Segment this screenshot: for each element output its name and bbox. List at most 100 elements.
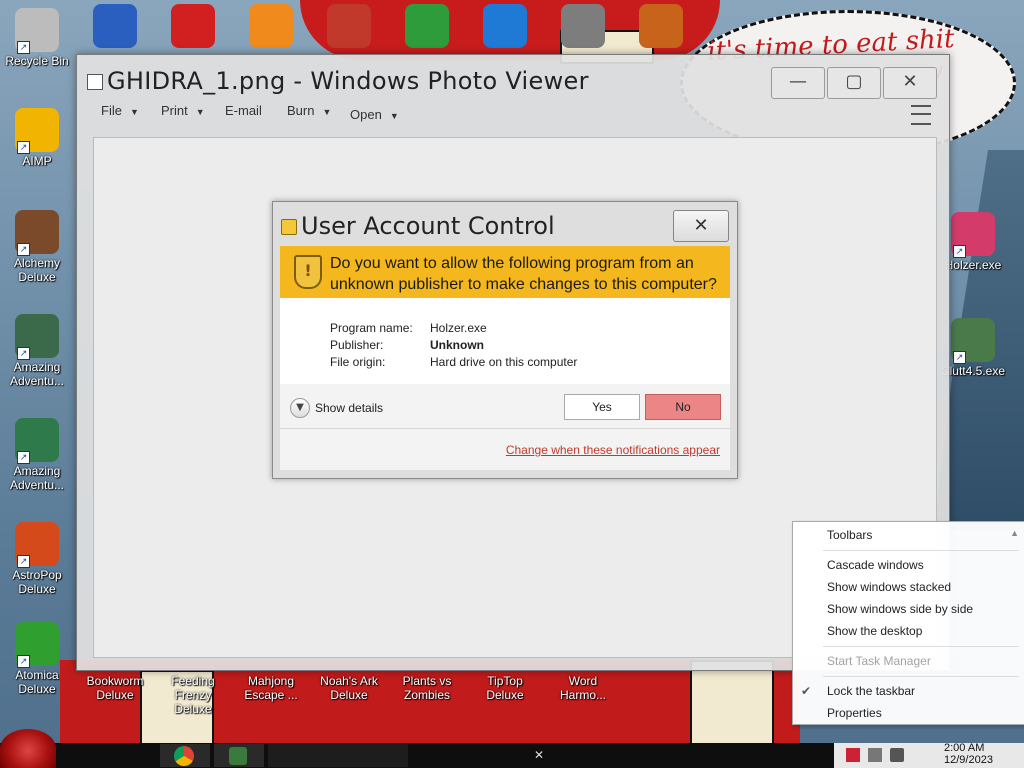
maximize-button[interactable]: ▢ bbox=[827, 67, 881, 99]
chevron-down-icon: ▼ bbox=[195, 107, 205, 117]
clutt45-exe-icon: ↗ bbox=[951, 318, 995, 364]
chevron-down-icon[interactable]: ▼ bbox=[290, 398, 310, 418]
taskbar-context-menu: Toolbars ▲ Cascade windows Show windows … bbox=[792, 521, 1024, 725]
top-app-6-icon bbox=[483, 4, 527, 48]
desktop-icon-top-app-5[interactable] bbox=[390, 4, 464, 50]
shield-warning-icon: ! bbox=[294, 255, 322, 289]
shortcut-arrow-icon: ↗ bbox=[17, 347, 30, 360]
change-notifications-link[interactable]: Change when these notifications appear bbox=[506, 443, 720, 457]
divider bbox=[280, 428, 730, 429]
volume-icon[interactable] bbox=[890, 748, 904, 762]
flag-icon[interactable] bbox=[846, 748, 860, 762]
desktop-icon-top-app-1[interactable] bbox=[78, 4, 152, 50]
menu-email[interactable]: E-mail bbox=[225, 103, 262, 118]
top-app-8-icon bbox=[639, 4, 683, 48]
taskbar-app-2[interactable] bbox=[214, 744, 264, 767]
desktop-icon-firefox[interactable] bbox=[234, 4, 308, 50]
menu-file[interactable]: File ▼ bbox=[101, 103, 139, 118]
top-app-7-icon bbox=[561, 4, 605, 48]
alchemy-deluxe-icon: ↗ bbox=[15, 210, 59, 256]
photo-viewer-title: GHIDRA_1.png - Windows Photo Viewer bbox=[107, 67, 589, 95]
taskbar-app-3[interactable] bbox=[268, 744, 408, 767]
ctx-item-lock-taskbar[interactable]: Lock the taskbar bbox=[827, 684, 915, 698]
astropop-deluxe-icon: ↗ bbox=[15, 522, 59, 568]
menu-open[interactable]: Open ▼ bbox=[350, 107, 399, 122]
photo-viewer-app-icon bbox=[87, 74, 103, 90]
desktop-icon-label: AstroPop Deluxe bbox=[12, 568, 62, 596]
desktop-icon-label: Feeding Frenzy Deluxe bbox=[171, 674, 215, 716]
publisher-label: Publisher: bbox=[330, 338, 384, 352]
ctx-item-properties[interactable]: Properties bbox=[827, 706, 882, 720]
shortcut-arrow-icon: ↗ bbox=[17, 555, 30, 568]
wallpaper-cream-shape-2 bbox=[690, 660, 774, 747]
desktop-icon-feeding-frenzy-deluxe[interactable]: Feeding Frenzy Deluxe bbox=[156, 674, 230, 716]
file-origin-label: File origin: bbox=[330, 355, 386, 369]
desktop-icon-word-harmony[interactable]: Word Harmo... bbox=[546, 674, 620, 702]
uac-title-icon bbox=[281, 219, 297, 235]
aimp-icon: ↗ bbox=[15, 108, 59, 154]
top-app-4-icon bbox=[327, 4, 371, 48]
desktop-icon-recycle-bin[interactable]: ↗ Recycle Bin bbox=[0, 8, 74, 68]
desktop-icon-tiptop-deluxe[interactable]: TipTop Deluxe bbox=[468, 674, 542, 702]
program-name-value: Holzer.exe bbox=[430, 321, 487, 335]
network-icon[interactable] bbox=[868, 748, 882, 762]
yes-button[interactable]: Yes bbox=[564, 394, 640, 420]
desktop-icon-aimp[interactable]: ↗ AIMP bbox=[0, 108, 74, 168]
desktop-icon-alchemy-deluxe[interactable]: ↗ Alchemy Deluxe bbox=[0, 210, 74, 284]
shortcut-arrow-icon: ↗ bbox=[17, 243, 30, 256]
start-button[interactable] bbox=[0, 729, 56, 768]
desktop-icon-amazing-adventures-2[interactable]: ↗ Amazing Adventu... bbox=[0, 418, 74, 492]
ctx-item-cascade[interactable]: Cascade windows bbox=[827, 558, 924, 572]
menu-print[interactable]: Print ▼ bbox=[161, 103, 205, 118]
desktop-icon-top-app-7[interactable] bbox=[546, 4, 620, 50]
top-app-5-icon bbox=[405, 4, 449, 48]
hamburger-icon[interactable] bbox=[911, 105, 931, 125]
menu-burn[interactable]: Burn ▼ bbox=[287, 103, 331, 118]
uac-close-button[interactable]: ✕ bbox=[673, 210, 729, 242]
desktop-icon-astropop-deluxe[interactable]: ↗ AstroPop Deluxe bbox=[0, 522, 74, 596]
shortcut-arrow-icon: ↗ bbox=[953, 245, 966, 258]
amazing-adventures-2-icon: ↗ bbox=[15, 418, 59, 464]
show-details-link[interactable]: Show details bbox=[315, 401, 383, 415]
ctx-item-show-desktop[interactable]: Show the desktop bbox=[827, 624, 922, 638]
uac-dialog: User Account Control ✕ ! Do you want to … bbox=[272, 201, 738, 479]
taskbar-app-chrome[interactable] bbox=[160, 744, 210, 767]
shortcut-arrow-icon: ↗ bbox=[17, 655, 30, 668]
desktop-icon-label: Amazing Adventu... bbox=[9, 464, 65, 492]
program-name-label: Program name: bbox=[330, 321, 413, 335]
desktop-icon-label: Word Harmo... bbox=[559, 674, 606, 702]
ctx-item-stacked[interactable]: Show windows stacked bbox=[827, 580, 951, 594]
desktop-icon-top-app-6[interactable] bbox=[468, 4, 542, 50]
desktop-icon-label: AIMP bbox=[22, 154, 52, 168]
no-button[interactable]: No bbox=[645, 394, 721, 420]
desktop-icon-top-app-2[interactable] bbox=[156, 4, 230, 50]
desktop-icon-noahs-ark-deluxe[interactable]: Noah's Ark Deluxe bbox=[312, 674, 386, 702]
ctx-item-task-manager: Start Task Manager bbox=[827, 654, 931, 668]
desktop-icon-mahjong-escape[interactable]: Mahjong Escape ... bbox=[234, 674, 308, 702]
shortcut-arrow-icon: ↗ bbox=[953, 351, 966, 364]
shortcut-arrow-icon: ↗ bbox=[17, 451, 30, 464]
desktop-icon-bookworm-deluxe[interactable]: Bookworm Deluxe bbox=[78, 674, 152, 702]
clock-time: 2:00 AM bbox=[944, 742, 985, 754]
desktop-icon-plants-vs-zombies[interactable]: Plants vs Zombies bbox=[390, 674, 464, 702]
top-app-1-icon bbox=[93, 4, 137, 48]
divider bbox=[823, 550, 1019, 551]
shortcut-arrow-icon: ↗ bbox=[17, 41, 30, 54]
desktop-icon-top-app-8[interactable] bbox=[624, 4, 698, 50]
atomica-deluxe-icon: ↗ bbox=[15, 622, 59, 668]
chevron-right-icon: ▲ bbox=[1010, 528, 1019, 538]
ctx-item-toolbars[interactable]: Toolbars bbox=[827, 528, 872, 542]
minimize-button[interactable]: — bbox=[771, 67, 825, 99]
chrome-icon bbox=[174, 746, 194, 766]
clock-date: 12/9/2023 bbox=[944, 754, 993, 766]
close-button[interactable]: ✕ bbox=[883, 67, 937, 99]
desktop-icon-amazing-adventures-1[interactable]: ↗ Amazing Adventu... bbox=[0, 314, 74, 388]
ctx-item-side-by-side[interactable]: Show windows side by side bbox=[827, 602, 973, 616]
desktop-icon-top-app-4[interactable] bbox=[312, 4, 386, 50]
divider bbox=[823, 676, 1019, 677]
desktop-icon-atomica-deluxe[interactable]: ↗ Atomica Deluxe bbox=[0, 622, 74, 696]
publisher-row: Publisher: Unknown bbox=[330, 338, 484, 352]
uac-actions: ▼ Show details Yes No Change when these … bbox=[280, 384, 730, 470]
clock[interactable]: 2:00 AM 12/9/2023 bbox=[944, 742, 993, 766]
chevron-down-icon: ▼ bbox=[322, 107, 332, 117]
